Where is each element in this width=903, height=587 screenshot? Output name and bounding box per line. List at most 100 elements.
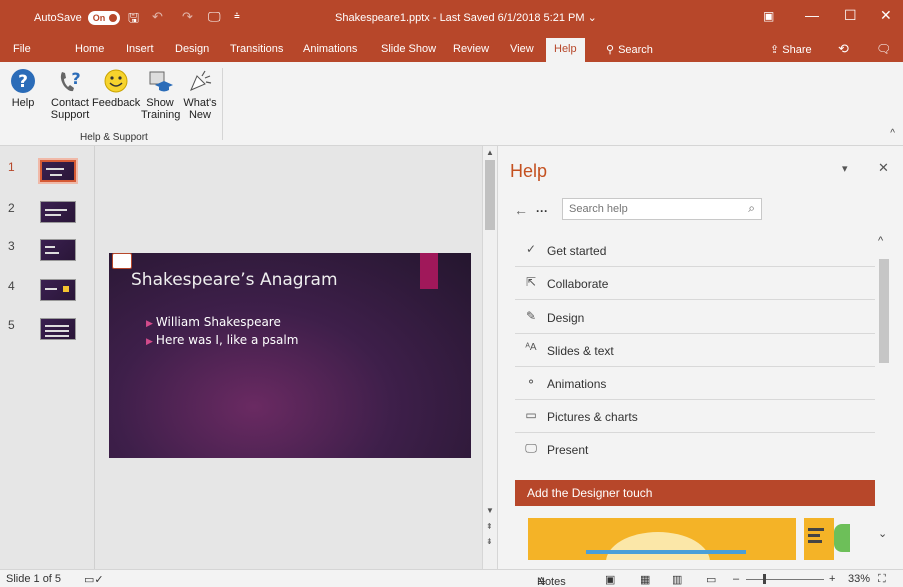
maximize-button[interactable]: ☐ <box>844 7 857 24</box>
back-arrow-icon[interactable]: ← <box>514 202 528 218</box>
zoom-slider-thumb[interactable] <box>763 574 766 584</box>
comments-icon[interactable]: 🗨 <box>876 42 891 56</box>
accessibility-check-icon[interactable]: ▭✓ <box>84 573 104 586</box>
help-topic-present[interactable]: 🖵 Present <box>515 433 875 466</box>
show-training-label-1: Show <box>146 97 174 109</box>
help-topic-design[interactable]: ✎ Design <box>515 301 875 334</box>
scroll-up-icon[interactable]: ▲ <box>486 148 494 157</box>
slide-thumbnail[interactable]: 3 <box>8 239 88 267</box>
autosave[interactable]: AutoSave On <box>34 11 121 25</box>
slide-editor[interactable]: Shakespeare’s Anagram ▶ William Shakespea… <box>96 146 482 569</box>
slide-bullet[interactable]: ▶ Here was I, like a psalm <box>146 333 298 347</box>
scrollbar-thumb[interactable] <box>485 160 495 230</box>
slide-number: 5 <box>8 318 15 332</box>
tab-help[interactable]: Help <box>546 38 585 62</box>
title-dropdown-icon: ⌄ <box>587 12 597 24</box>
help-button[interactable]: ? Help <box>8 68 38 109</box>
tab-home[interactable]: Home <box>75 43 104 55</box>
close-button[interactable]: ✕ <box>880 7 892 24</box>
slide-thumbnail-image <box>40 239 76 261</box>
whats-new-label-2: New <box>188 109 211 121</box>
ribbon-display-options-icon[interactable]: ▣ <box>763 9 774 23</box>
collapse-ribbon-icon[interactable]: ^ <box>890 128 895 139</box>
current-slide[interactable]: Shakespeare’s Anagram ▶ William Shakespea… <box>109 253 471 458</box>
tab-transitions[interactable]: Transitions <box>230 43 283 55</box>
pane-close-icon[interactable]: ✕ <box>878 160 889 176</box>
preview-bar-shape <box>586 550 746 554</box>
editor-scrollbar[interactable]: ▲ ▼ ⇞ ⇟ <box>482 146 497 569</box>
previous-slide-icon[interactable]: ⇞ <box>486 522 493 531</box>
zoom-slider-track[interactable] <box>746 579 824 580</box>
help-search-box[interactable]: ⌕ <box>562 198 762 220</box>
help-button-label: Help <box>11 97 35 109</box>
slide-title[interactable]: Shakespeare’s Anagram <box>131 270 338 290</box>
zoom-in-button[interactable]: + <box>829 573 835 585</box>
customize-toolbar-icon[interactable]: ⩮ <box>234 11 240 22</box>
more-options-icon[interactable]: ··· <box>536 204 548 218</box>
help-topic-label: Get started <box>547 244 607 258</box>
slide-thumbnail[interactable]: 4 <box>8 279 88 307</box>
scroll-down-icon[interactable]: ▼ <box>486 506 494 515</box>
save-icon[interactable]: 🖫 <box>128 9 139 31</box>
next-slide-icon[interactable]: ⇟ <box>486 537 493 546</box>
tab-review[interactable]: Review <box>453 43 489 55</box>
tab-animations[interactable]: Animations <box>303 43 357 55</box>
help-scroll-up-icon[interactable]: ^ <box>878 235 883 247</box>
zoom-out-button[interactable]: – <box>733 573 739 585</box>
slide-sorter-icon[interactable]: ▦ <box>640 573 650 586</box>
show-training-button[interactable]: Show Training <box>141 68 180 121</box>
fit-to-window-icon[interactable]: ⛶ <box>878 573 886 586</box>
help-topic-label: Pictures & charts <box>547 410 638 424</box>
picture-icon: ▭ <box>525 408 537 422</box>
minimize-button[interactable]: — <box>805 7 819 23</box>
slide-thumbnail[interactable]: 2 <box>8 201 88 229</box>
help-search-input[interactable] <box>563 199 733 219</box>
contact-support-button[interactable]: ? Contact Support <box>50 68 90 121</box>
tab-design[interactable]: Design <box>175 43 209 55</box>
slide-thumbnail[interactable]: 5 <box>8 318 88 346</box>
document-title[interactable]: Shakespeare1.pptx - Last Saved 6/1/2018 … <box>335 11 597 24</box>
designer-preview-image[interactable] <box>528 518 796 560</box>
contact-support-icon: ? <box>60 69 81 92</box>
autosave-toggle[interactable]: On <box>87 11 121 25</box>
slide-thumbnail[interactable]: 1 <box>8 158 88 188</box>
normal-view-icon[interactable]: ▣ <box>605 573 615 586</box>
help-scrollbar[interactable]: ^ ⌄ <box>877 231 891 553</box>
whats-new-label-1: What's <box>183 97 217 109</box>
undo-icon[interactable]: ↶ <box>152 9 163 25</box>
share-button[interactable]: ⇪ Share <box>770 43 812 56</box>
comment-icon[interactable] <box>112 253 132 269</box>
help-scrollbar-thumb[interactable] <box>879 259 889 363</box>
document-title-text: Shakespeare1.pptx - Last Saved 6/1/2018 … <box>335 12 585 24</box>
feedback-button[interactable]: Feedback <box>92 68 140 109</box>
help-scroll-down-icon[interactable]: ⌄ <box>878 527 887 540</box>
search-icon[interactable]: ⌕ <box>748 201 755 216</box>
help-topic-label: Slides & text <box>547 344 614 358</box>
designer-banner[interactable]: Add the Designer touch <box>515 480 875 506</box>
slide-number: 2 <box>8 201 15 215</box>
history-icon[interactable]: ⟲ <box>838 41 849 57</box>
tab-file[interactable]: File <box>13 43 31 55</box>
slide-show-icon[interactable]: ▭ <box>706 573 716 586</box>
help-topic-slides-text[interactable]: ᴬA Slides & text <box>515 334 875 367</box>
slide-bullet[interactable]: ▶ William Shakespeare <box>146 315 281 329</box>
whats-new-button[interactable]: What's New <box>182 68 218 121</box>
redo-icon[interactable]: ↷ <box>182 9 193 25</box>
designer-preview-thumbnail[interactable] <box>804 518 834 560</box>
tab-slide-show[interactable]: Slide Show <box>381 43 436 55</box>
zoom-level[interactable]: 33% <box>848 573 870 585</box>
reading-view-icon[interactable]: ▥ <box>672 573 682 586</box>
slide-thumbnails-pane: 1 2 3 4 5 <box>0 146 95 569</box>
feedback-icon <box>104 69 128 93</box>
present-from-start-icon[interactable]: 🖵 <box>208 9 221 25</box>
share-label: Share <box>782 44 812 56</box>
pane-options-icon[interactable]: ▾ <box>842 162 848 175</box>
tab-view[interactable]: View <box>510 43 534 55</box>
tab-insert[interactable]: Insert <box>126 43 154 55</box>
tab-search[interactable]: ⚲ Search <box>606 43 653 57</box>
slide-bullet-text: Here was I, like a psalm <box>155 333 299 347</box>
help-topic-collaborate[interactable]: ⇱ Collaborate <box>515 267 875 300</box>
help-topic-pictures-charts[interactable]: ▭ Pictures & charts <box>515 400 875 433</box>
help-topic-get-started[interactable]: ✓ Get started <box>515 234 875 267</box>
help-topic-animations[interactable]: ⚬ Animations <box>515 367 875 400</box>
